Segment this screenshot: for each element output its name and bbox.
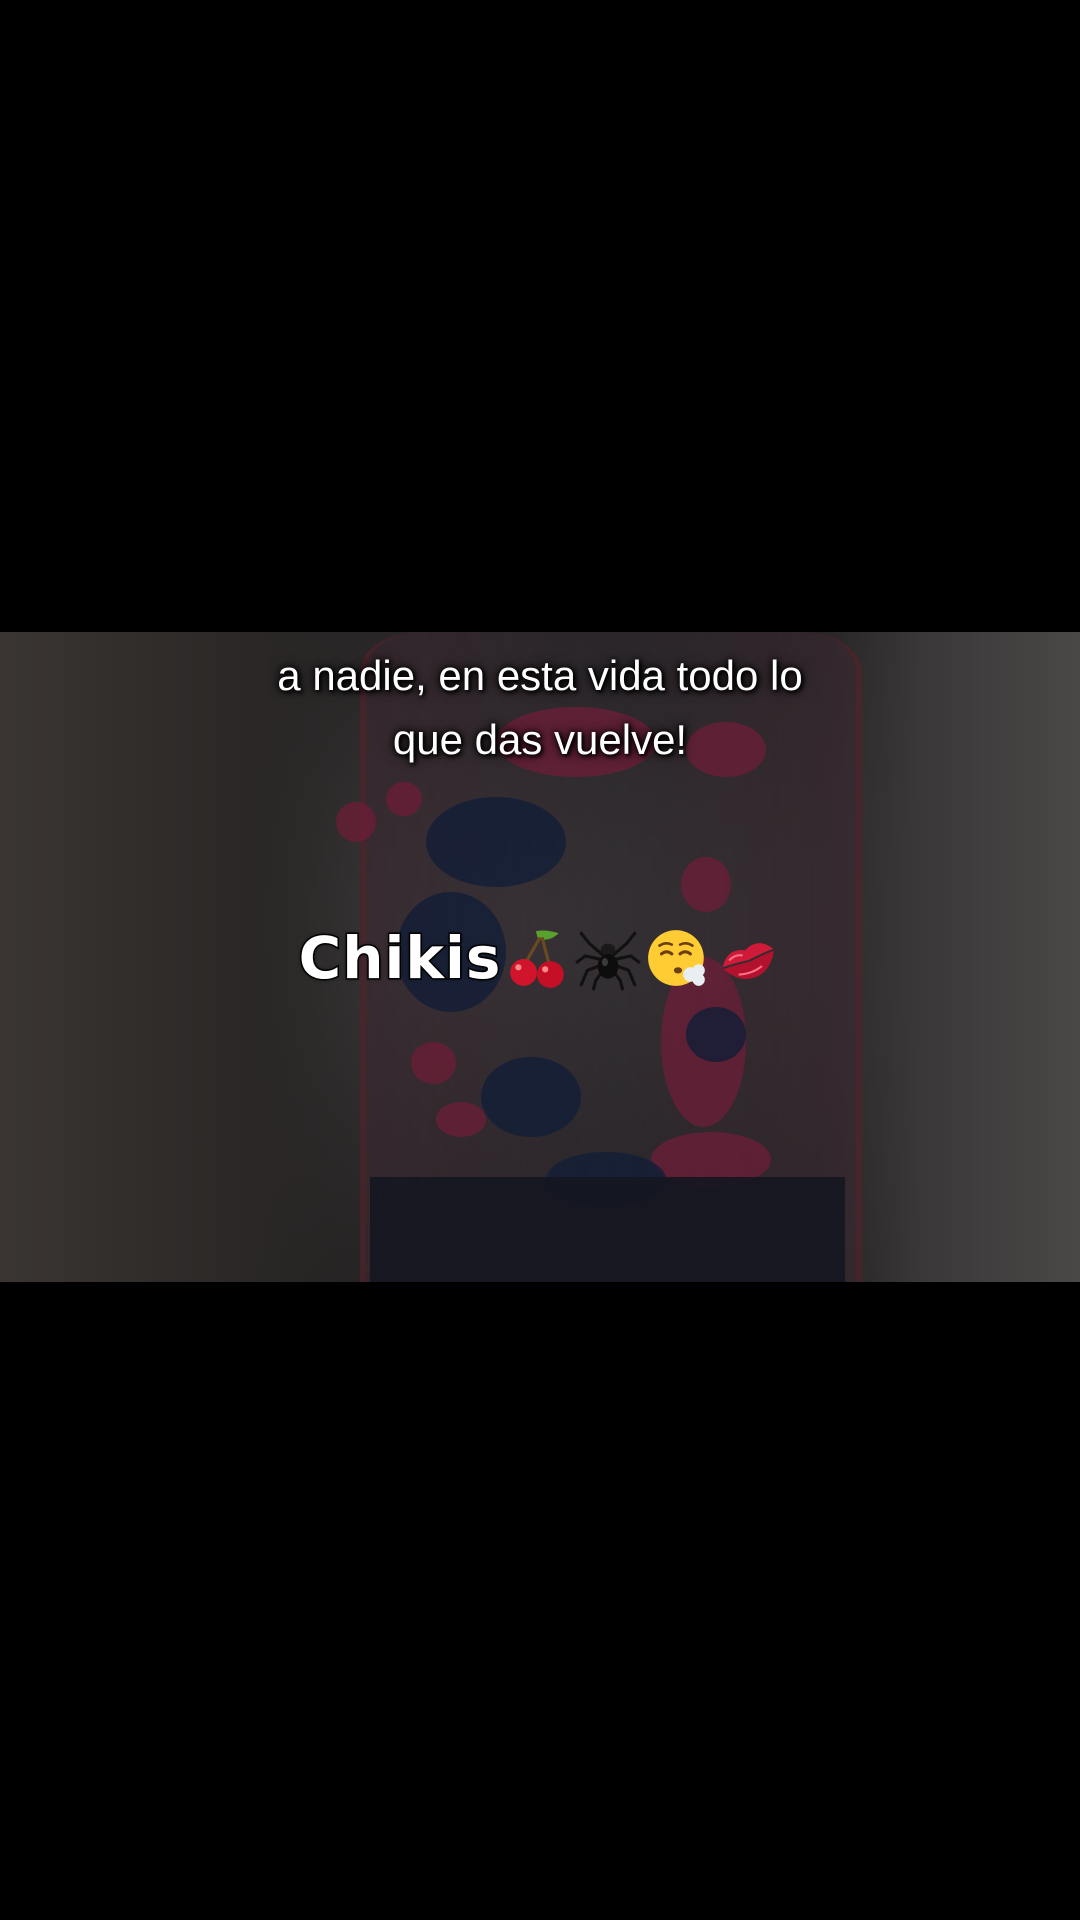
spider-icon [575,931,641,991]
lava-blob [336,802,376,842]
kiss-mark-icon [723,943,775,979]
lava-lamp-base [370,1177,845,1282]
name-tag: Chikis [0,918,1080,998]
lava-blob [686,1007,746,1062]
lava-blob [411,1042,456,1084]
caption-line-2: que das vuelve! [392,716,688,763]
lava-blob [436,1102,486,1137]
caption-text: a nadie, en esta vida todo lo que das vu… [0,644,1080,772]
lava-blob [426,797,566,887]
caption-line-1: a nadie, en esta vida todo lo [277,652,803,699]
lava-blob [681,857,731,912]
face-exhaling-icon [648,930,706,986]
lava-blob [386,782,422,816]
name-tag-text: Chikis [297,923,502,994]
video-screen: a nadie, en esta vida todo lo que das vu… [0,0,1080,1920]
cherries-icon [510,930,565,988]
lava-blob [481,1057,581,1137]
